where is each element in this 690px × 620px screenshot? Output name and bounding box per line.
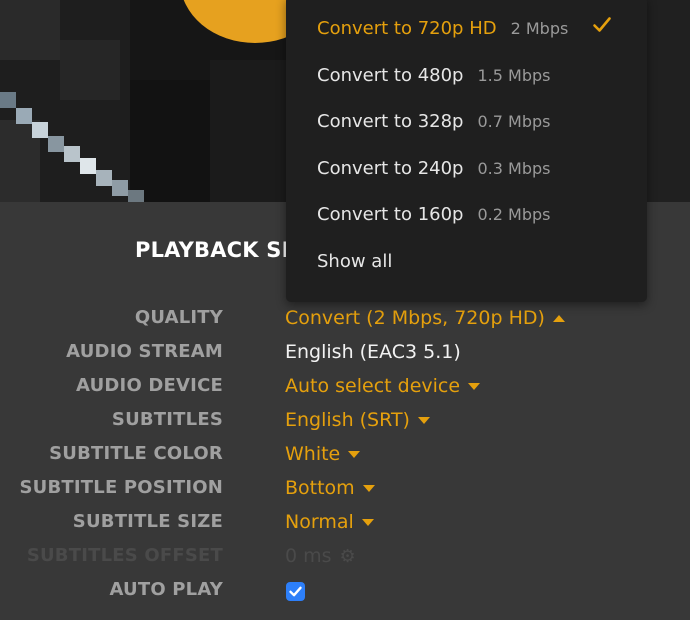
quality-value: Convert (2 Mbps, 720p HD) — [285, 307, 545, 329]
setting-row-auto-play: AUTO PLAY — [0, 579, 690, 609]
option-label: Convert to 240p — [317, 158, 464, 179]
caret-down-icon — [468, 383, 481, 390]
subtitle-size-select[interactable]: Normal — [285, 511, 374, 533]
option-rate: 1.5 Mbps — [477, 66, 551, 85]
quality-option-328p[interactable]: Convert to 328p 0.7 Mbps — [317, 111, 550, 143]
caret-down-icon — [361, 519, 374, 526]
thumbnail-block — [64, 146, 80, 162]
audio-device-select[interactable]: Auto select device — [285, 375, 481, 397]
thumbnail-block — [128, 190, 144, 202]
gear-icon: ⚙ — [339, 545, 356, 567]
option-rate: 0.2 Mbps — [477, 205, 551, 224]
subtitles-offset-value: 0 ms ⚙ — [285, 545, 356, 567]
thumbnail-block — [112, 180, 128, 196]
audio-stream-text: English (EAC3 5.1) — [285, 341, 461, 363]
caret-down-icon — [348, 451, 361, 458]
setting-label: SUBTITLES — [111, 409, 223, 430]
setting-row-quality: QUALITY Convert (2 Mbps, 720p HD) — [0, 307, 690, 337]
selected-check-icon — [593, 17, 611, 32]
option-label: Convert to 480p — [317, 65, 464, 86]
subtitles-select[interactable]: English (SRT) — [285, 409, 430, 431]
thumbnail-block — [210, 60, 286, 202]
setting-label: QUALITY — [134, 307, 223, 328]
quality-option-240p[interactable]: Convert to 240p 0.3 Mbps — [317, 158, 550, 190]
subtitle-size-value: Normal — [285, 511, 354, 533]
subtitle-color-select[interactable]: White — [285, 443, 361, 465]
thumbnail-block — [0, 0, 60, 60]
quality-option-720p[interactable]: Convert to 720p HD 2 Mbps — [317, 18, 568, 50]
setting-label: SUBTITLE COLOR — [49, 443, 223, 464]
audio-device-value: Auto select device — [285, 375, 461, 397]
caret-down-icon — [417, 417, 430, 424]
setting-row-subtitles: SUBTITLES English (SRT) — [0, 409, 690, 439]
quality-select[interactable]: Convert (2 Mbps, 720p HD) — [285, 307, 565, 329]
setting-row-audio-device: AUDIO DEVICE Auto select device — [0, 375, 690, 405]
option-label: Convert to 328p — [317, 111, 464, 132]
auto-play-checkbox[interactable] — [286, 582, 305, 601]
subtitle-color-value: White — [285, 443, 341, 465]
setting-label: SUBTITLES OFFSET — [26, 545, 223, 566]
thumbnail-block — [32, 122, 48, 138]
thumbnail-block — [80, 158, 96, 174]
thumbnail-block — [16, 108, 32, 124]
quality-option-show-all[interactable]: Show all — [317, 251, 392, 283]
option-rate: 0.7 Mbps — [477, 112, 551, 131]
setting-label: AUTO PLAY — [109, 579, 223, 600]
subtitle-position-value: Bottom — [285, 477, 355, 499]
subtitle-position-select[interactable]: Bottom — [285, 477, 375, 499]
caret-down-icon — [362, 485, 375, 492]
thumbnail-block — [48, 136, 64, 152]
quality-dropdown-menu: Convert to 720p HD 2 Mbps Convert to 480… — [286, 0, 647, 302]
setting-label: SUBTITLE SIZE — [72, 511, 223, 532]
panel-title: PLAYBACK SE — [135, 238, 297, 262]
setting-row-subtitle-position: SUBTITLE POSITION Bottom — [0, 477, 690, 507]
setting-label: AUDIO STREAM — [66, 341, 223, 362]
subtitles-offset-text: 0 ms — [285, 545, 332, 567]
audio-stream-value: English (EAC3 5.1) — [285, 341, 461, 363]
option-label: Convert to 720p HD — [317, 18, 497, 39]
quality-option-480p[interactable]: Convert to 480p 1.5 Mbps — [317, 65, 550, 97]
thumbnail-block — [96, 170, 112, 186]
setting-row-subtitle-size: SUBTITLE SIZE Normal — [0, 511, 690, 541]
thumbnail-block — [0, 92, 16, 108]
thumbnail-block — [130, 80, 210, 202]
subtitles-value: English (SRT) — [285, 409, 410, 431]
thumbnail-block — [60, 40, 120, 100]
setting-label: SUBTITLE POSITION — [19, 477, 223, 498]
setting-row-subtitle-color: SUBTITLE COLOR White — [0, 443, 690, 473]
option-rate: 2 Mbps — [510, 19, 569, 38]
quality-option-160p[interactable]: Convert to 160p 0.2 Mbps — [317, 204, 550, 236]
checkmark-icon — [289, 586, 302, 597]
show-all-label: Show all — [317, 251, 393, 272]
setting-label: AUDIO DEVICE — [76, 375, 223, 396]
option-rate: 0.3 Mbps — [477, 159, 551, 178]
setting-row-subtitles-offset: SUBTITLES OFFSET 0 ms ⚙ — [0, 545, 690, 575]
option-label: Convert to 160p — [317, 204, 464, 225]
setting-row-audio-stream: AUDIO STREAM English (EAC3 5.1) — [0, 341, 690, 371]
thumbnail-block — [646, 0, 690, 202]
caret-up-icon — [552, 315, 565, 322]
